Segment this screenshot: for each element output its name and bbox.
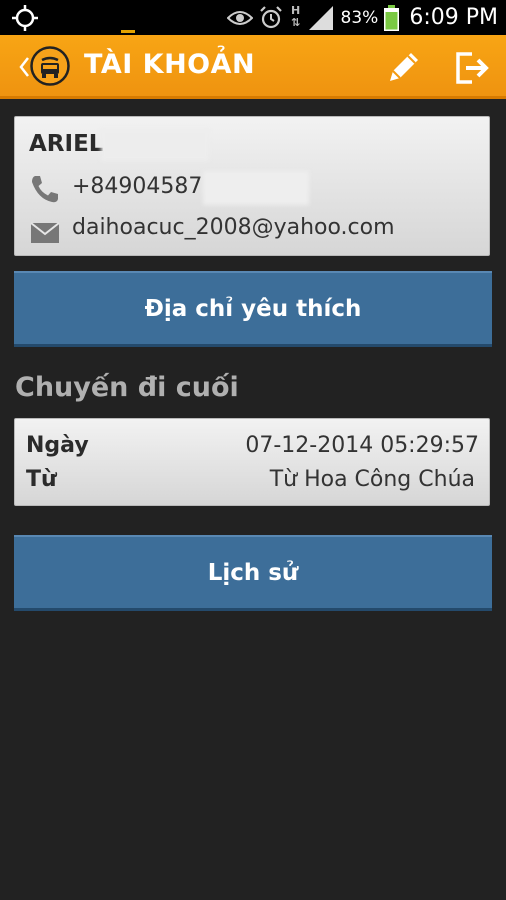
phone-icon — [32, 176, 58, 203]
logout-icon[interactable] — [454, 51, 490, 85]
trip-date-value: 07-12-2014 05:29:57 — [245, 433, 479, 458]
user-info-card: ARIEL +84904587 daihoacuc_2008@yahoo.com — [14, 116, 490, 256]
trip-from-label: Từ — [26, 467, 57, 492]
notification-indicator — [121, 30, 135, 33]
status-bar: H ⇅ 83% 6:09 PM — [0, 0, 506, 35]
phone-number: +84904587 — [72, 174, 203, 199]
trip-from-value: Từ Hoa Công Chúa — [269, 467, 475, 492]
clock: 6:09 PM — [409, 5, 498, 30]
favorite-address-button[interactable]: Địa chỉ yêu thích — [14, 271, 492, 347]
battery-percent: 83% — [340, 7, 379, 28]
eye-icon — [226, 10, 253, 25]
page-title: TÀI KHOẢN — [84, 49, 256, 80]
history-label: Lịch sử — [207, 559, 299, 586]
history-button[interactable]: Lịch sử — [14, 535, 492, 611]
mail-icon — [30, 222, 60, 243]
alarm-icon — [259, 5, 282, 28]
edit-pencil-icon[interactable] — [386, 49, 422, 85]
trip-date-label: Ngày — [26, 433, 89, 458]
action-bar: TÀI KHOẢN — [0, 35, 506, 99]
taxi-logo-icon[interactable] — [30, 46, 70, 86]
redacted-area — [101, 129, 209, 161]
network-type-icon: H ⇅ — [290, 3, 301, 29]
network-type-label: H — [290, 3, 301, 17]
signal-icon — [308, 5, 333, 30]
gps-icon — [12, 5, 38, 31]
email-address: daihoacuc_2008@yahoo.com — [72, 215, 395, 240]
last-trip-heading: Chuyến đi cuối — [15, 372, 239, 403]
redacted-area — [203, 171, 309, 205]
last-trip-card[interactable]: Ngày 07-12-2014 05:29:57 Từ Từ Hoa Công … — [14, 418, 490, 506]
user-name: ARIEL — [29, 131, 104, 157]
battery-icon — [384, 4, 400, 31]
favorite-address-label: Địa chỉ yêu thích — [144, 295, 362, 322]
